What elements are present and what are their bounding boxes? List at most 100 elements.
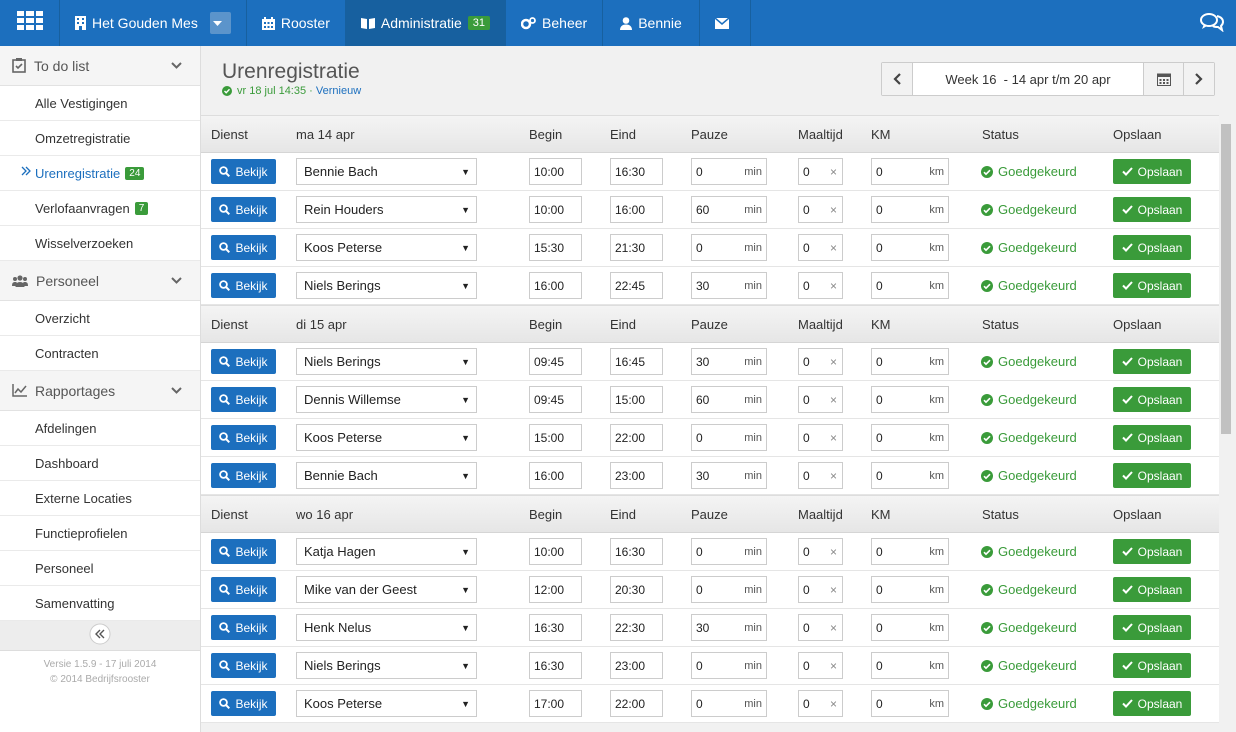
nav-beheer[interactable]: Beheer	[506, 0, 604, 46]
opslaan-button[interactable]: Opslaan	[1113, 349, 1191, 374]
nav-messages[interactable]	[700, 0, 751, 46]
opslaan-button[interactable]: Opslaan	[1113, 235, 1191, 260]
employee-select[interactable]: Henk Nelus ▼	[296, 614, 477, 641]
end-time-input[interactable]: 22:45	[610, 272, 663, 299]
sidebar-item-dashboard[interactable]: Dashboard	[0, 446, 200, 481]
bekijk-button[interactable]: Bekijk	[211, 653, 276, 678]
sidebar-item-personeel[interactable]: Personeel	[0, 551, 200, 586]
begin-time-input[interactable]: 10:00	[529, 196, 582, 223]
clear-icon[interactable]: ×	[830, 393, 837, 407]
opslaan-button[interactable]: Opslaan	[1113, 387, 1191, 412]
km-input[interactable]: 0 km	[871, 348, 949, 375]
end-time-input[interactable]: 16:30	[610, 158, 663, 185]
next-week-button[interactable]	[1183, 63, 1214, 95]
chat-icon[interactable]	[1200, 12, 1225, 35]
opslaan-button[interactable]: Opslaan	[1113, 539, 1191, 564]
begin-time-input[interactable]: 12:00	[529, 576, 582, 603]
opslaan-button[interactable]: Opslaan	[1113, 615, 1191, 640]
end-time-input[interactable]: 22:30	[610, 614, 663, 641]
pause-input[interactable]: 30 min	[691, 272, 767, 299]
meal-input[interactable]: 0 ×	[798, 234, 843, 261]
end-time-input[interactable]: 20:30	[610, 576, 663, 603]
employee-select[interactable]: Bennie Bach ▼	[296, 462, 477, 489]
meal-input[interactable]: 0 ×	[798, 348, 843, 375]
sidebar-item-omzetregistratie[interactable]: Omzetregistratie	[0, 121, 200, 156]
employee-select[interactable]: Niels Berings ▼	[296, 652, 477, 679]
clear-icon[interactable]: ×	[830, 203, 837, 217]
end-time-input[interactable]: 22:00	[610, 690, 663, 717]
sidebar-item-contracten[interactable]: Contracten	[0, 336, 200, 371]
end-time-input[interactable]: 16:00	[610, 196, 663, 223]
end-time-input[interactable]: 23:00	[610, 652, 663, 679]
begin-time-input[interactable]: 17:00	[529, 690, 582, 717]
begin-time-input[interactable]: 16:30	[529, 614, 582, 641]
pause-input[interactable]: 30 min	[691, 614, 767, 641]
scrollbar[interactable]	[1220, 120, 1232, 732]
employee-select[interactable]: Koos Peterse ▼	[296, 234, 477, 261]
bekijk-button[interactable]: Bekijk	[211, 235, 276, 260]
sidebar-section-personeel[interactable]: Personeel	[0, 261, 200, 301]
clear-icon[interactable]: ×	[830, 697, 837, 711]
km-input[interactable]: 0 km	[871, 196, 949, 223]
meal-input[interactable]: 0 ×	[798, 386, 843, 413]
begin-time-input[interactable]: 09:45	[529, 348, 582, 375]
end-time-input[interactable]: 16:30	[610, 538, 663, 565]
clear-icon[interactable]: ×	[830, 355, 837, 369]
sidebar-item-samenvatting[interactable]: Samenvatting	[0, 586, 200, 621]
pause-input[interactable]: 0 min	[691, 576, 767, 603]
opslaan-button[interactable]: Opslaan	[1113, 577, 1191, 602]
bekijk-button[interactable]: Bekijk	[211, 387, 276, 412]
sidebar-section-todo[interactable]: To do list	[0, 46, 200, 86]
opslaan-button[interactable]: Opslaan	[1113, 425, 1191, 450]
begin-time-input[interactable]: 10:00	[529, 538, 582, 565]
employee-select[interactable]: Koos Peterse ▼	[296, 690, 477, 717]
sidebar-item-alle-vestigingen[interactable]: Alle Vestigingen	[0, 86, 200, 121]
meal-input[interactable]: 0 ×	[798, 462, 843, 489]
meal-input[interactable]: 0 ×	[798, 652, 843, 679]
sidebar-collapse-button[interactable]	[0, 621, 200, 651]
meal-input[interactable]: 0 ×	[798, 158, 843, 185]
begin-time-input[interactable]: 09:45	[529, 386, 582, 413]
meal-input[interactable]: 0 ×	[798, 196, 843, 223]
opslaan-button[interactable]: Opslaan	[1113, 273, 1191, 298]
week-calendar-button[interactable]	[1143, 63, 1183, 95]
sidebar-item-afdelingen[interactable]: Afdelingen	[0, 411, 200, 446]
pause-input[interactable]: 0 min	[691, 652, 767, 679]
bekijk-button[interactable]: Bekijk	[211, 463, 276, 488]
end-time-input[interactable]: 15:00	[610, 386, 663, 413]
end-time-input[interactable]: 23:00	[610, 462, 663, 489]
prev-week-button[interactable]	[882, 63, 913, 95]
pause-input[interactable]: 0 min	[691, 538, 767, 565]
sidebar-item-functieprofielen[interactable]: Functieprofielen	[0, 516, 200, 551]
bekijk-button[interactable]: Bekijk	[211, 349, 276, 374]
sidebar-item-overzicht[interactable]: Overzicht	[0, 301, 200, 336]
bekijk-button[interactable]: Bekijk	[211, 197, 276, 222]
bekijk-button[interactable]: Bekijk	[211, 577, 276, 602]
km-input[interactable]: 0 km	[871, 272, 949, 299]
clear-icon[interactable]: ×	[830, 545, 837, 559]
opslaan-button[interactable]: Opslaan	[1113, 159, 1191, 184]
opslaan-button[interactable]: Opslaan	[1113, 691, 1191, 716]
end-time-input[interactable]: 21:30	[610, 234, 663, 261]
begin-time-input[interactable]: 16:00	[529, 272, 582, 299]
pause-input[interactable]: 30 min	[691, 348, 767, 375]
clear-icon[interactable]: ×	[830, 583, 837, 597]
bekijk-button[interactable]: Bekijk	[211, 159, 276, 184]
sidebar-item-externe-locaties[interactable]: Externe Locaties	[0, 481, 200, 516]
km-input[interactable]: 0 km	[871, 576, 949, 603]
meal-input[interactable]: 0 ×	[798, 538, 843, 565]
begin-time-input[interactable]: 15:00	[529, 424, 582, 451]
opslaan-button[interactable]: Opslaan	[1113, 463, 1191, 488]
end-time-input[interactable]: 22:00	[610, 424, 663, 451]
sidebar-item-verlofaanvragen[interactable]: Verlofaanvragen 7	[0, 191, 200, 226]
meal-input[interactable]: 0 ×	[798, 576, 843, 603]
begin-time-input[interactable]: 15:30	[529, 234, 582, 261]
begin-time-input[interactable]: 16:00	[529, 462, 582, 489]
bekijk-button[interactable]: Bekijk	[211, 539, 276, 564]
nav-administratie[interactable]: Administratie 31	[345, 0, 507, 46]
pause-input[interactable]: 0 min	[691, 158, 767, 185]
bekijk-button[interactable]: Bekijk	[211, 615, 276, 640]
pause-input[interactable]: 0 min	[691, 424, 767, 451]
employee-select[interactable]: Katja Hagen ▼	[296, 538, 477, 565]
bekijk-button[interactable]: Bekijk	[211, 273, 276, 298]
